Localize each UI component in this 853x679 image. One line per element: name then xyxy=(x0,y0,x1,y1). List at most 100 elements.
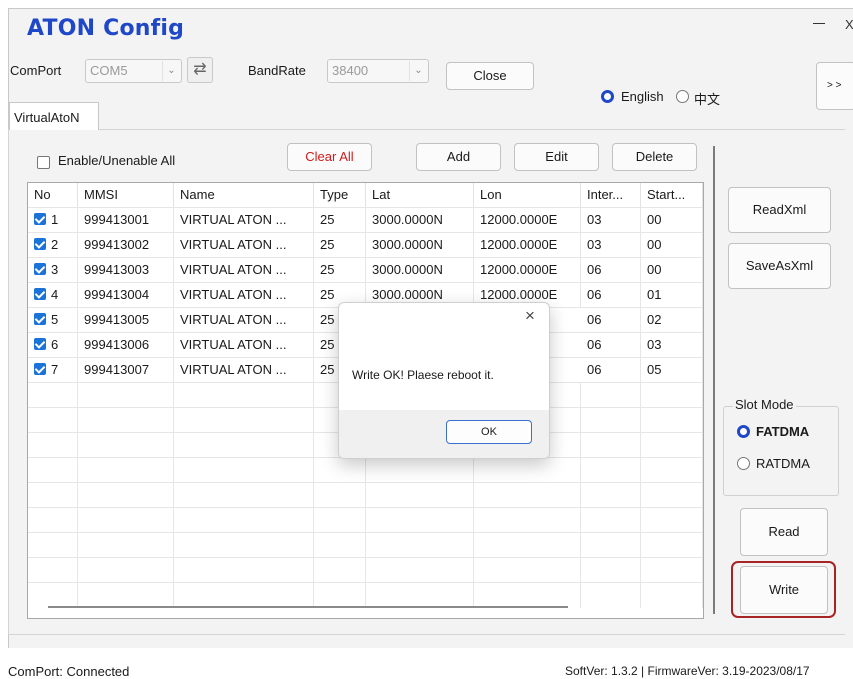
comport-label: ComPort xyxy=(10,63,62,78)
column-header[interactable]: MMSI xyxy=(78,183,174,207)
row-checkbox[interactable] xyxy=(34,263,46,275)
table-cell-no xyxy=(28,383,78,408)
table-cell-no: 3 xyxy=(28,258,78,283)
table-cell-mmsi: 999413002 xyxy=(78,233,174,258)
table-cell-name xyxy=(174,433,314,458)
table-cell-no xyxy=(28,458,78,483)
row-checkbox[interactable] xyxy=(34,363,46,375)
clear-all-button[interactable]: Clear All xyxy=(287,143,372,171)
table-cell-mmsi xyxy=(78,408,174,433)
column-header[interactable]: Inter... xyxy=(581,183,641,207)
saveasxml-button[interactable]: SaveAsXml xyxy=(728,243,831,289)
table-cell-start: 00 xyxy=(641,258,703,283)
column-header[interactable]: Lon xyxy=(474,183,581,207)
message-dialog: × Write OK! Plaese reboot it. OK xyxy=(338,302,550,459)
refresh-icon[interactable]: ⇄ xyxy=(187,57,213,83)
minimize-button[interactable] xyxy=(813,23,825,24)
column-header[interactable]: Type xyxy=(314,183,366,207)
row-checkbox[interactable] xyxy=(34,288,46,300)
table-cell-inter: 06 xyxy=(581,358,641,383)
row-number: 3 xyxy=(51,262,59,277)
table-cell-inter xyxy=(581,383,641,408)
table-cell-inter xyxy=(581,408,641,433)
app-title: ATON Config xyxy=(27,16,185,41)
empty-table-row xyxy=(28,457,703,483)
table-cell-type xyxy=(314,508,366,533)
table-cell-no xyxy=(28,483,78,508)
read-button[interactable]: Read xyxy=(740,508,828,556)
close-window-button[interactable]: X xyxy=(845,17,853,32)
table-cell-mmsi: 999413005 xyxy=(78,308,174,333)
edit-button[interactable]: Edit xyxy=(514,143,599,171)
close-icon[interactable]: × xyxy=(525,306,535,326)
table-cell-type: 25 xyxy=(314,233,366,258)
table-cell-name: VIRTUAL ATON ... xyxy=(174,308,314,333)
delete-button[interactable]: Delete xyxy=(612,143,697,171)
row-checkbox[interactable] xyxy=(34,338,46,350)
table-cell-start: 03 xyxy=(641,333,703,358)
row-checkbox[interactable] xyxy=(34,213,46,225)
table-cell-lon xyxy=(474,483,581,508)
expand-button[interactable]: > > xyxy=(816,62,853,110)
table-cell-lat: 3000.0000N xyxy=(366,258,474,283)
tab-virtualaton[interactable]: VirtualAtoN xyxy=(9,102,99,130)
table-cell-mmsi: 999413004 xyxy=(78,283,174,308)
table-row[interactable]: 3 999413003 VIRTUAL ATON ... 25 3000.0000N 12… xyxy=(28,257,703,283)
table-cell-type: 25 xyxy=(314,258,366,283)
row-number: 6 xyxy=(51,337,59,352)
table-cell-inter: 03 xyxy=(581,208,641,233)
table-cell-start xyxy=(641,408,703,433)
row-checkbox[interactable] xyxy=(34,238,46,250)
row-number: 7 xyxy=(51,362,59,377)
table-cell-no xyxy=(28,408,78,433)
chinese-radio[interactable] xyxy=(676,90,689,103)
table-cell-lon xyxy=(474,558,581,583)
table-cell-name: VIRTUAL ATON ... xyxy=(174,233,314,258)
table-cell-lat xyxy=(366,458,474,483)
table-cell-start: 05 xyxy=(641,358,703,383)
baudrate-value: 38400 xyxy=(332,63,369,78)
horizontal-scrollbar[interactable] xyxy=(48,606,568,608)
table-cell-mmsi xyxy=(78,433,174,458)
baudrate-select[interactable]: 38400 ⌄ xyxy=(327,59,429,83)
close-port-button[interactable]: Close xyxy=(446,62,534,90)
table-cell-inter: 06 xyxy=(581,258,641,283)
table-cell-type xyxy=(314,458,366,483)
column-header[interactable]: Lat xyxy=(366,183,474,207)
column-header[interactable]: Start... xyxy=(641,183,703,207)
table-cell-name: VIRTUAL ATON ... xyxy=(174,208,314,233)
comport-select[interactable]: COM5 ⌄ xyxy=(85,59,182,83)
english-label: English xyxy=(621,89,664,104)
fatdma-radio[interactable] xyxy=(737,425,750,438)
table-cell-no: 2 xyxy=(28,233,78,258)
status-connection: ComPort: Connected xyxy=(8,664,130,679)
row-number: 2 xyxy=(51,237,59,252)
table-cell-lon xyxy=(474,583,581,608)
slot-mode-group xyxy=(723,406,839,496)
enable-all-checkbox[interactable] xyxy=(37,156,50,169)
english-radio[interactable] xyxy=(601,90,614,103)
table-cell-no xyxy=(28,533,78,558)
add-button[interactable]: Add xyxy=(416,143,501,171)
table-cell-inter: 06 xyxy=(581,308,641,333)
ok-button[interactable]: OK xyxy=(446,420,532,444)
table-cell-no: 5 xyxy=(28,308,78,333)
table-row[interactable]: 1 999413001 VIRTUAL ATON ... 25 3000.0000N 12… xyxy=(28,207,703,233)
readxml-button[interactable]: ReadXml xyxy=(728,187,831,233)
table-row[interactable]: 2 999413002 VIRTUAL ATON ... 25 3000.0000N 12… xyxy=(28,232,703,258)
table-cell-mmsi xyxy=(78,483,174,508)
comport-value: COM5 xyxy=(90,63,128,78)
table-cell-no xyxy=(28,433,78,458)
table-cell-no: 7 xyxy=(28,358,78,383)
empty-table-row xyxy=(28,507,703,533)
column-header[interactable]: No xyxy=(28,183,78,207)
column-header[interactable]: Name xyxy=(174,183,314,207)
table-cell-no xyxy=(28,583,78,608)
table-cell-start xyxy=(641,433,703,458)
table-cell-start xyxy=(641,508,703,533)
row-checkbox[interactable] xyxy=(34,313,46,325)
ratdma-radio[interactable] xyxy=(737,457,750,470)
table-cell-name xyxy=(174,383,314,408)
table-cell-no: 4 xyxy=(28,283,78,308)
table-cell-mmsi xyxy=(78,533,174,558)
